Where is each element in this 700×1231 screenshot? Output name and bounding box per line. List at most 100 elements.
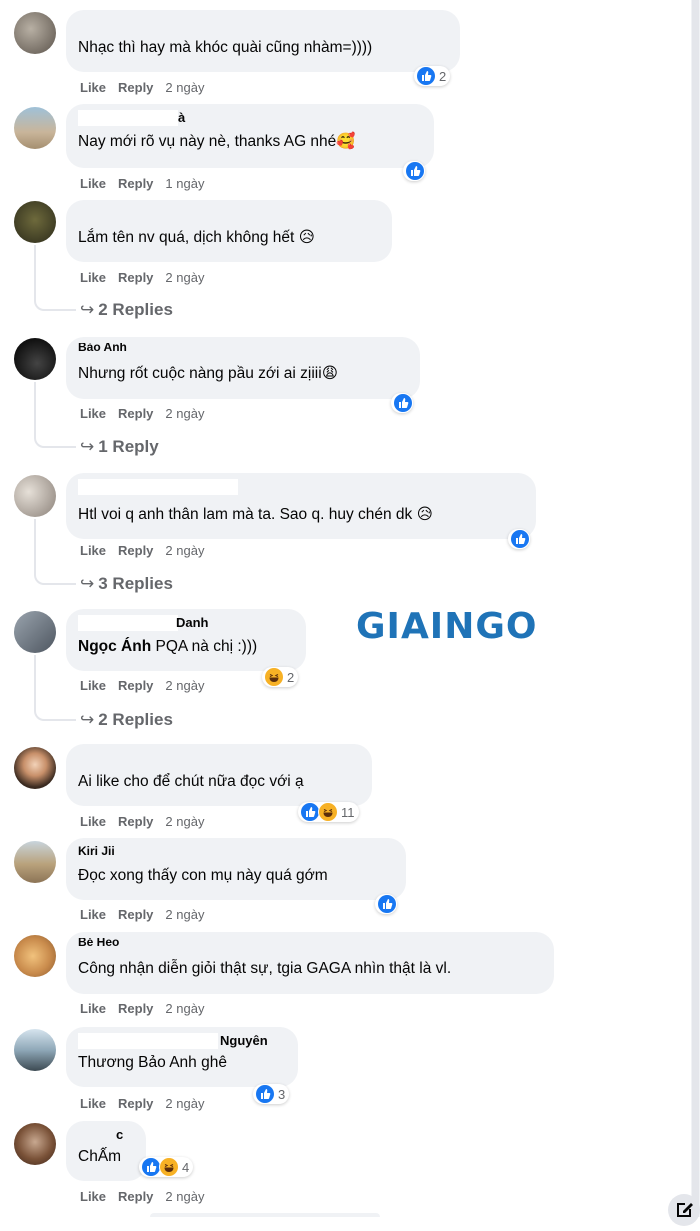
reply-button[interactable]: Reply: [118, 907, 153, 922]
reply-button[interactable]: Reply: [118, 1189, 153, 1204]
like-reaction-icon: [416, 66, 436, 86]
like-button[interactable]: Like: [80, 1096, 106, 1111]
reaction-count: 4: [182, 1159, 190, 1175]
reaction-summary[interactable]: 2: [262, 667, 299, 687]
reaction-summary[interactable]: [403, 161, 425, 181]
commenter-name[interactable]: [78, 479, 524, 495]
like-button[interactable]: Like: [80, 678, 106, 693]
comment-actions: Like Reply 2 ngày: [80, 1001, 204, 1017]
compose-icon[interactable]: [668, 1194, 700, 1226]
avatar[interactable]: [14, 12, 56, 54]
like-button[interactable]: Like: [80, 1001, 106, 1016]
like-button[interactable]: Like: [80, 814, 106, 829]
timestamp[interactable]: 2 ngày: [165, 814, 204, 829]
reaction-count: 3: [278, 1086, 286, 1102]
avatar[interactable]: [14, 611, 56, 653]
comment-bubble: Htl voi q anh thân lam mà ta. Sao q. huy…: [66, 473, 536, 539]
comment-text: ChẤm: [78, 1148, 122, 1165]
scrollbar-thumb[interactable]: [692, 0, 699, 1217]
comment-text: Ai like cho để chút nữa đọc với ạ: [78, 773, 304, 790]
avatar[interactable]: [14, 201, 56, 243]
avatar[interactable]: [14, 1123, 56, 1165]
reply-button[interactable]: Reply: [118, 176, 153, 191]
timestamp[interactable]: 2 ngày: [165, 1001, 204, 1016]
timestamp[interactable]: 2 ngày: [165, 1189, 204, 1204]
commenter-name[interactable]: Nguyên: [78, 1033, 286, 1049]
reaction-summary[interactable]: [391, 393, 413, 413]
reply-arrow-icon: ↪: [80, 437, 95, 456]
next-comment-bubble: [150, 1213, 380, 1217]
timestamp[interactable]: 1 ngày: [165, 176, 204, 191]
timestamp[interactable]: 2 ngày: [165, 907, 204, 922]
comment-actions: Like Reply 2 ngày: [80, 907, 204, 923]
avatar[interactable]: [14, 338, 56, 380]
comment-text: Thương Bảo Anh ghê: [78, 1054, 227, 1071]
comment-text: Nhạc thì hay mà khóc quài cũng nhàm=)))): [78, 39, 373, 56]
comment-text: Đọc xong thấy con mụ này quá gớm: [78, 867, 328, 884]
view-replies-link[interactable]: ↪ 2 Replies: [80, 300, 173, 320]
timestamp[interactable]: 2 ngày: [165, 678, 204, 693]
reaction-summary[interactable]: 3: [253, 1084, 290, 1104]
like-reaction-icon: [141, 1157, 161, 1177]
reply-button[interactable]: Reply: [118, 543, 153, 558]
comment-bubble: Danh Ngọc Ánh PQA nà chị :))): [66, 609, 306, 671]
avatar[interactable]: [14, 107, 56, 149]
like-button[interactable]: Like: [80, 406, 106, 421]
commenter-name[interactable]: Kiri Jii: [78, 844, 394, 859]
reaction-summary[interactable]: 11: [298, 802, 359, 822]
timestamp[interactable]: 2 ngày: [165, 1096, 204, 1111]
avatar[interactable]: [14, 747, 56, 789]
like-reaction-icon: [405, 161, 425, 181]
reply-button[interactable]: Reply: [118, 80, 153, 95]
comment-actions: Like Reply 2 ngày: [80, 80, 204, 96]
like-button[interactable]: Like: [80, 1189, 106, 1204]
like-button[interactable]: Like: [80, 80, 106, 95]
timestamp[interactable]: 2 ngày: [165, 80, 204, 95]
view-replies-link[interactable]: ↪ 2 Replies: [80, 710, 173, 730]
timestamp[interactable]: 2 ngày: [165, 406, 204, 421]
commenter-name[interactable]: [78, 206, 380, 221]
comment-bubble: Kiri Jii Đọc xong thấy con mụ này quá gớ…: [66, 838, 406, 900]
timestamp[interactable]: 2 ngày: [165, 270, 204, 285]
commenter-name[interactable]: Bảo Anh: [78, 343, 408, 354]
avatar[interactable]: [14, 475, 56, 517]
commenter-name[interactable]: Danh: [78, 615, 294, 631]
avatar[interactable]: [14, 1029, 56, 1071]
timestamp[interactable]: 2 ngày: [165, 543, 204, 558]
avatar[interactable]: [14, 935, 56, 977]
like-button[interactable]: Like: [80, 907, 106, 922]
reaction-summary[interactable]: 4: [139, 1157, 194, 1177]
like-reaction-icon: [377, 894, 397, 914]
avatar[interactable]: [14, 841, 56, 883]
like-button[interactable]: Like: [80, 543, 106, 558]
reply-button[interactable]: Reply: [118, 270, 153, 285]
comment-bubble: Bảo Anh Nhưng rốt cuộc nàng pầu zới ai z…: [66, 337, 420, 399]
reaction-summary[interactable]: [508, 529, 530, 549]
like-reaction-icon: [255, 1084, 275, 1104]
reply-button[interactable]: Reply: [118, 1001, 153, 1016]
watermark-logo: GIAINGO: [356, 606, 538, 647]
view-replies-link[interactable]: ↪ 3 Replies: [80, 574, 173, 594]
comment-actions: Like Reply 2 ngày: [80, 406, 204, 422]
reply-button[interactable]: Reply: [118, 678, 153, 693]
comment-actions: Like Reply 2 ngày: [80, 1096, 204, 1112]
reaction-summary[interactable]: [375, 894, 397, 914]
scrollbar[interactable]: [691, 0, 700, 1217]
like-button[interactable]: Like: [80, 176, 106, 191]
comment-actions: Like Reply 1 ngày: [80, 176, 204, 192]
commenter-name[interactable]: à: [78, 110, 422, 126]
reaction-summary[interactable]: 2: [414, 66, 451, 86]
mentioned-user[interactable]: Ngọc Ánh: [78, 638, 151, 655]
reply-button[interactable]: Reply: [118, 814, 153, 829]
commenter-name[interactable]: c: [78, 1127, 134, 1142]
view-replies-link[interactable]: ↪ 1 Reply: [80, 437, 159, 457]
commenter-name[interactable]: [78, 750, 360, 765]
like-button[interactable]: Like: [80, 270, 106, 285]
reply-arrow-icon: ↪: [80, 574, 95, 593]
reply-button[interactable]: Reply: [118, 1096, 153, 1111]
comment-actions: Like Reply 2 ngày: [80, 814, 204, 830]
commenter-name[interactable]: Bé Heo: [78, 938, 542, 949]
commenter-name[interactable]: [78, 16, 448, 31]
like-reaction-icon: [393, 393, 413, 413]
reply-button[interactable]: Reply: [118, 406, 153, 421]
